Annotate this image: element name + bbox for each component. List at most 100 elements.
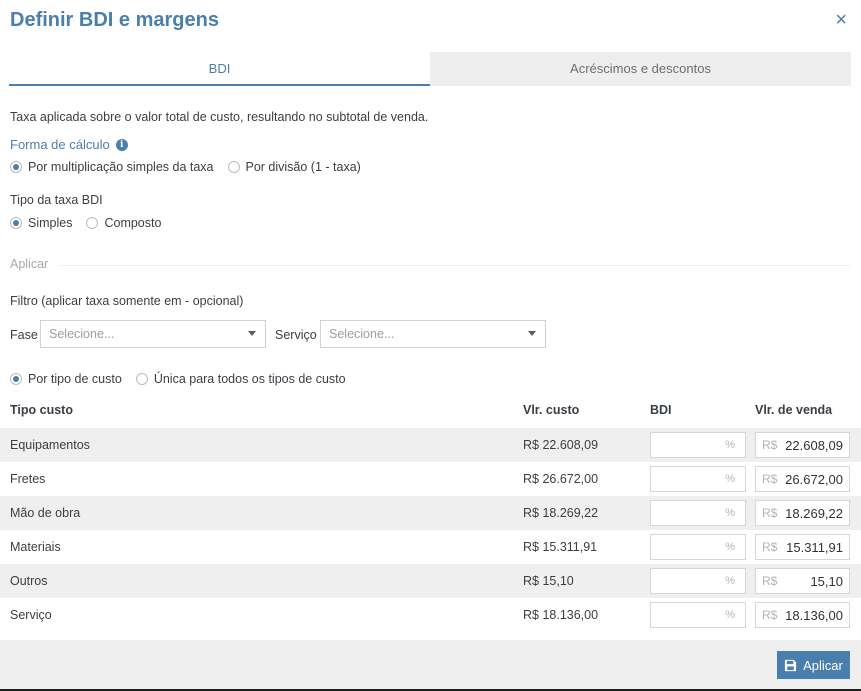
- radio-dot[interactable]: [86, 217, 99, 229]
- radio-label: Por tipo de custo: [28, 372, 122, 386]
- venda-input[interactable]: R$ 18.136,00: [755, 602, 850, 628]
- venda-value: 18.136,00: [785, 607, 843, 623]
- percent-suffix: %: [725, 439, 735, 451]
- bdi-input[interactable]: %: [650, 466, 746, 492]
- radio-por-tipo-custo[interactable]: Por tipo de custo: [10, 372, 122, 386]
- radio-unica-todos[interactable]: Única para todos os tipos de custo: [135, 372, 346, 386]
- percent-suffix: %: [725, 541, 735, 553]
- column-header-tipo: Tipo custo: [10, 403, 73, 417]
- fase-label: Fase: [10, 328, 38, 342]
- row-tipo: Serviço: [10, 608, 52, 622]
- table-row: Fretes R$ 26.672,00 % R$ 26.672,00: [0, 462, 861, 496]
- currency-prefix: R$: [762, 506, 778, 520]
- apply-button[interactable]: Aplicar: [777, 651, 850, 679]
- bdi-input[interactable]: %: [650, 602, 746, 628]
- tipo-taxa-radio-group: Simples Composto: [10, 216, 175, 230]
- venda-value: 26.672,00: [785, 471, 843, 487]
- table-row: Materiais R$ 15.311,91 % R$ 15.311,91: [0, 530, 861, 564]
- column-header-vlr-venda: Vlr. de venda: [755, 403, 833, 417]
- radio-dot[interactable]: [227, 161, 240, 173]
- caret-down-icon: [528, 331, 536, 336]
- currency-prefix: R$: [762, 540, 778, 554]
- column-header-bdi: BDI: [650, 403, 672, 417]
- venda-value: 15.311,91: [786, 539, 843, 555]
- close-icon[interactable]: ×: [835, 8, 847, 32]
- modo-radio-group: Por tipo de custo Única para todos os ti…: [10, 372, 360, 386]
- radio-label: Única para todos os tipos de custo: [153, 372, 346, 386]
- radio-dot[interactable]: [10, 373, 22, 385]
- percent-suffix: %: [725, 507, 735, 519]
- modal-title: Definir BDI e margens: [10, 9, 219, 31]
- radio-dot[interactable]: [10, 161, 22, 173]
- row-vlr-custo: R$ 22.608,09: [523, 438, 599, 452]
- servico-label: Serviço: [275, 328, 317, 342]
- percent-suffix: %: [725, 609, 735, 621]
- bdi-input[interactable]: %: [650, 568, 746, 594]
- column-header-vlr-custo: Vlr. custo: [523, 403, 580, 417]
- forma-calculo-radio-group: Por multiplicação simples da taxa Por di…: [10, 160, 375, 174]
- row-tipo: Materiais: [10, 540, 61, 554]
- row-vlr-custo: R$ 26.672,00: [523, 472, 599, 486]
- row-tipo: Outros: [10, 574, 48, 588]
- row-vlr-custo: R$ 18.136,00: [523, 608, 599, 622]
- table-row: Outros R$ 15,10 % R$ 15,10: [0, 564, 861, 598]
- tab-bar: BDI Acréscimos e descontos: [9, 52, 851, 86]
- row-tipo: Fretes: [10, 472, 46, 486]
- info-icon[interactable]: i: [115, 138, 128, 151]
- radio-label: Por multiplicação simples da taxa: [28, 160, 214, 174]
- filtro-label: Filtro (aplicar taxa somente em - opcion…: [10, 294, 244, 308]
- venda-value: 15,10: [810, 573, 843, 589]
- description-text: Taxa aplicada sobre o valor total de cus…: [10, 110, 429, 124]
- save-icon: [785, 659, 797, 671]
- radio-label: Por divisão (1 - taxa): [245, 160, 361, 174]
- bdi-input[interactable]: %: [650, 432, 746, 458]
- row-tipo: Mão de obra: [10, 506, 81, 520]
- radio-multiplicacao[interactable]: Por multiplicação simples da taxa: [10, 160, 214, 174]
- row-tipo: Equipamentos: [10, 438, 90, 452]
- radio-label: Composto: [104, 216, 162, 230]
- venda-input[interactable]: R$ 18.269,22: [755, 500, 850, 526]
- aplicar-section-label: Aplicar: [10, 257, 49, 271]
- cost-table: Equipamentos R$ 22.608,09 % R$ 22.608,09 …: [0, 428, 861, 632]
- tab-acrescimos-descontos[interactable]: Acréscimos e descontos: [430, 52, 851, 86]
- servico-select-placeholder: Selecione...: [329, 327, 395, 341]
- venda-input[interactable]: R$ 15,10: [755, 568, 850, 594]
- currency-prefix: R$: [762, 608, 778, 622]
- caret-down-icon: [248, 331, 256, 336]
- fase-select[interactable]: Selecione...: [40, 320, 266, 348]
- currency-prefix: R$: [762, 472, 778, 486]
- table-row: Mão de obra R$ 18.269,22 % R$ 18.269,22: [0, 496, 861, 530]
- servico-select[interactable]: Selecione...: [320, 320, 546, 348]
- row-vlr-custo: R$ 15.311,91: [523, 540, 598, 554]
- bdi-input[interactable]: %: [650, 534, 746, 560]
- venda-input[interactable]: R$ 15.311,91: [755, 534, 850, 560]
- apply-button-label: Aplicar: [803, 657, 843, 673]
- radio-dot[interactable]: [135, 373, 148, 385]
- forma-calculo-heading: Forma de cálculo i: [10, 137, 128, 152]
- section-divider: [60, 265, 850, 266]
- tab-bdi[interactable]: BDI: [9, 52, 430, 86]
- row-vlr-custo: R$ 18.269,22: [523, 506, 599, 520]
- fase-select-placeholder: Selecione...: [49, 327, 115, 341]
- percent-suffix: %: [725, 575, 735, 587]
- table-row: Equipamentos R$ 22.608,09 % R$ 22.608,09: [0, 428, 861, 462]
- venda-input[interactable]: R$ 26.672,00: [755, 466, 850, 492]
- radio-label: Simples: [28, 216, 73, 230]
- currency-prefix: R$: [762, 574, 778, 588]
- currency-prefix: R$: [762, 438, 778, 452]
- table-row: Serviço R$ 18.136,00 % R$ 18.136,00: [0, 598, 861, 632]
- modal-footer: [0, 640, 861, 689]
- radio-divisao[interactable]: Por divisão (1 - taxa): [227, 160, 361, 174]
- bdi-modal: Definir BDI e margens × BDI Acréscimos e…: [0, 0, 861, 691]
- radio-dot[interactable]: [10, 217, 22, 229]
- row-vlr-custo: R$ 15,10: [523, 574, 574, 588]
- tipo-taxa-label: Tipo da taxa BDI: [10, 193, 103, 207]
- radio-simples[interactable]: Simples: [10, 216, 72, 230]
- venda-value: 18.269,22: [785, 505, 843, 521]
- bdi-input[interactable]: %: [650, 500, 746, 526]
- venda-value: 22.608,09: [785, 437, 843, 453]
- forma-calculo-label: Forma de cálculo: [10, 137, 110, 152]
- percent-suffix: %: [725, 473, 735, 485]
- radio-composto[interactable]: Composto: [86, 216, 161, 230]
- venda-input[interactable]: R$ 22.608,09: [755, 432, 850, 458]
